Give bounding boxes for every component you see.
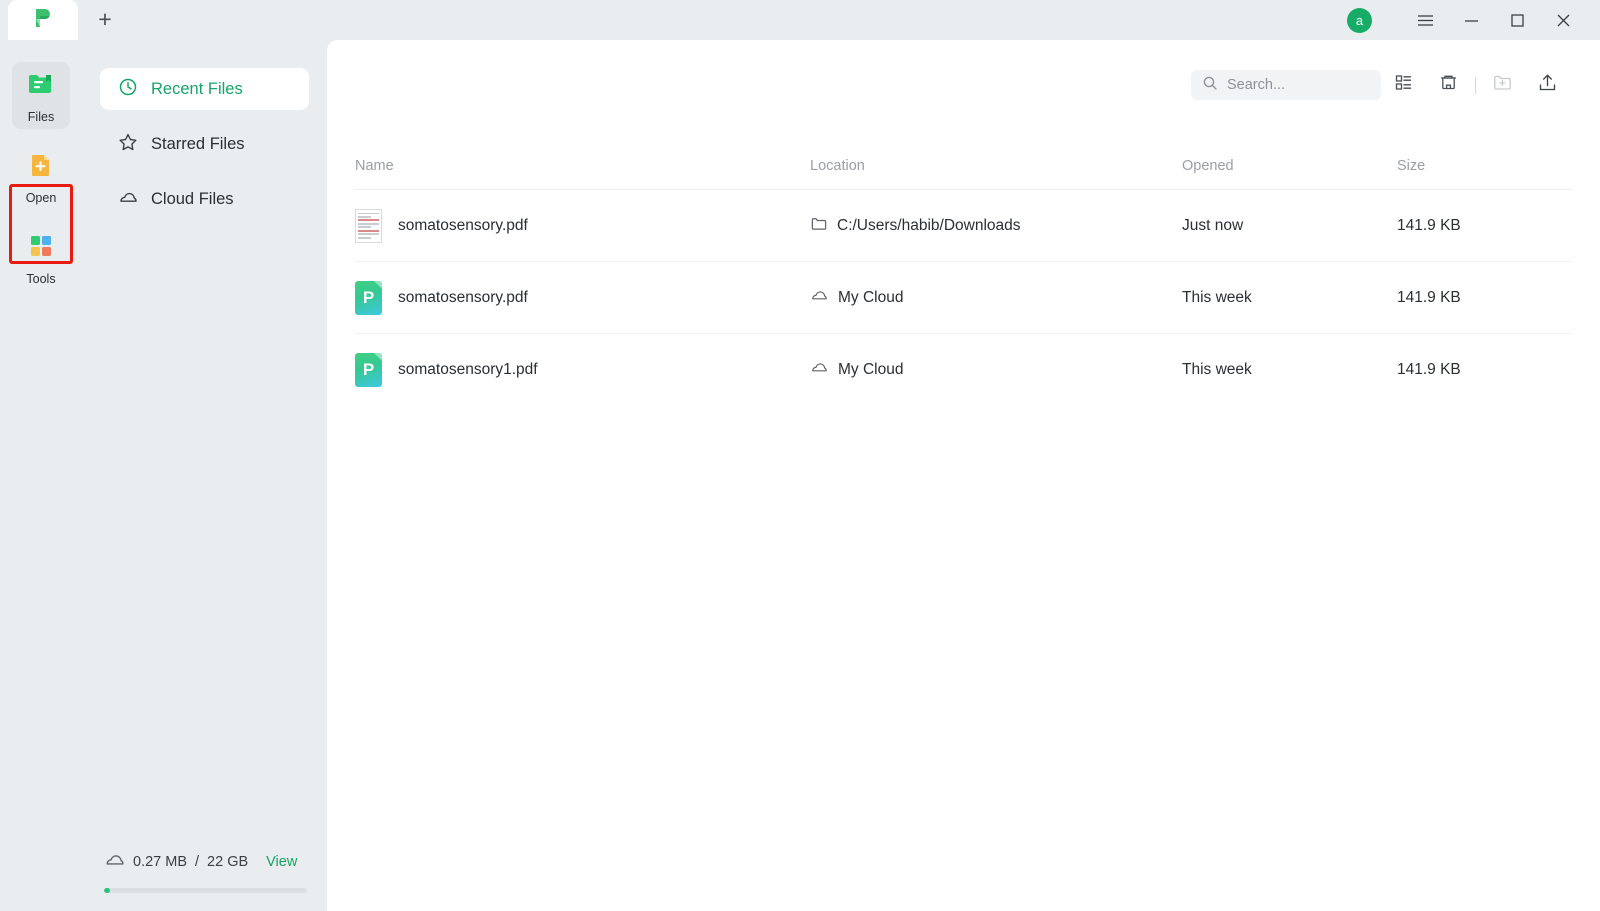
storage-progress-bar: [104, 888, 307, 893]
star-icon: [118, 132, 138, 157]
sidebar-item-open[interactable]: Open: [12, 143, 70, 210]
cloud-icon: [810, 358, 828, 381]
nav-item-label: Starred Files: [151, 134, 245, 153]
file-size: 141.9 KB: [1397, 360, 1461, 378]
column-header-name[interactable]: Name: [355, 158, 810, 190]
application-window: + a Files Open Tools Recent Files Starre…: [0, 0, 1600, 911]
table-body: somatosensory.pdf C:/Users/habib/Downloa…: [355, 190, 1572, 406]
content-panel: Name Location Opened Size somatosensory.…: [327, 40, 1600, 911]
table-header: Name Location Opened Size: [355, 158, 1572, 190]
file-opened: This week: [1182, 360, 1252, 378]
title-bar: + a: [0, 0, 1600, 40]
storage-used: 0.27 MB: [133, 854, 187, 870]
hamburger-menu-icon[interactable]: [1402, 0, 1448, 40]
avatar[interactable]: a: [1347, 7, 1372, 33]
pdf-cloud-file-icon: P: [355, 352, 382, 387]
cloud-icon: [810, 286, 828, 309]
nav-item-label: Recent Files: [151, 79, 243, 98]
table-row[interactable]: P somatosensory1.pdf My Cloud This week …: [355, 334, 1572, 406]
upload-button[interactable]: [1525, 68, 1570, 102]
upload-icon: [1537, 72, 1558, 98]
list-view-button[interactable]: [1381, 68, 1426, 102]
new-folder-button[interactable]: [1480, 68, 1525, 102]
search-icon: [1202, 75, 1218, 96]
storage-view-link[interactable]: View: [266, 854, 297, 870]
table-row[interactable]: somatosensory.pdf C:/Users/habib/Downloa…: [355, 190, 1572, 262]
file-opened: Just now: [1182, 216, 1244, 234]
storage-total: 22 GB: [207, 854, 249, 870]
new-tab-button[interactable]: +: [86, 0, 124, 38]
pdfelement-logo-icon: [31, 6, 55, 35]
sidebar-item-label: Open: [25, 191, 57, 205]
nav-item-recent-files[interactable]: Recent Files: [100, 68, 309, 110]
storage-summary: 0.27 MB / 22 GB View: [82, 849, 327, 893]
sidebar-item-tools[interactable]: Tools: [12, 224, 70, 291]
nav-item-label: Cloud Files: [151, 189, 234, 208]
file-location: C:/Users/habib/Downloads: [837, 216, 1021, 234]
column-header-location[interactable]: Location: [810, 158, 1182, 190]
clock-icon: [118, 77, 138, 102]
search-input[interactable]: [1227, 77, 1367, 93]
document-thumbnail-icon: [355, 208, 382, 243]
new-folder-icon: [1492, 72, 1513, 98]
sidebar-item-label: Files: [27, 110, 55, 124]
nav-item-cloud-files[interactable]: Cloud Files: [100, 178, 309, 220]
file-name: somatosensory1.pdf: [398, 360, 538, 378]
minimize-icon[interactable]: [1448, 0, 1494, 40]
file-size: 141.9 KB: [1397, 288, 1461, 306]
column-header-size[interactable]: Size: [1397, 158, 1572, 190]
list-view-icon: [1394, 73, 1413, 97]
column-header-opened[interactable]: Opened: [1182, 158, 1397, 190]
nav-item-starred-files[interactable]: Starred Files: [100, 123, 309, 165]
maximize-icon[interactable]: [1494, 0, 1540, 40]
cloud-icon: [104, 849, 125, 875]
file-location: My Cloud: [838, 360, 904, 378]
tab-active[interactable]: [8, 0, 78, 40]
storage-separator: /: [195, 854, 200, 870]
file-location: My Cloud: [838, 288, 904, 306]
table-row[interactable]: P somatosensory.pdf My Cloud This week 1…: [355, 262, 1572, 334]
left-rail: Files Open Tools: [0, 40, 82, 911]
files-folder-icon: [26, 75, 56, 103]
tools-grid-icon: [26, 236, 56, 265]
trash-icon: [1438, 72, 1459, 98]
content-toolbar: [1191, 68, 1570, 102]
file-size: 141.9 KB: [1397, 216, 1461, 234]
toolbar-divider: [1475, 76, 1476, 94]
file-name: somatosensory.pdf: [398, 288, 528, 306]
cloud-icon: [118, 187, 138, 212]
file-opened: This week: [1182, 288, 1252, 306]
close-icon[interactable]: [1540, 0, 1586, 40]
open-document-plus-icon: [26, 155, 56, 184]
trash-button[interactable]: [1426, 68, 1471, 102]
secondary-nav: Recent Files Starred Files Cloud Files 0…: [82, 40, 327, 911]
pdf-cloud-file-icon: P: [355, 280, 382, 315]
file-name: somatosensory.pdf: [398, 216, 528, 234]
sidebar-item-label: Tools: [26, 272, 56, 286]
sidebar-item-files[interactable]: Files: [12, 62, 70, 129]
files-table: Name Location Opened Size somatosensory.…: [355, 158, 1572, 406]
window-controls: a: [1347, 0, 1600, 40]
folder-icon: [810, 215, 827, 237]
search-box[interactable]: [1191, 70, 1381, 100]
